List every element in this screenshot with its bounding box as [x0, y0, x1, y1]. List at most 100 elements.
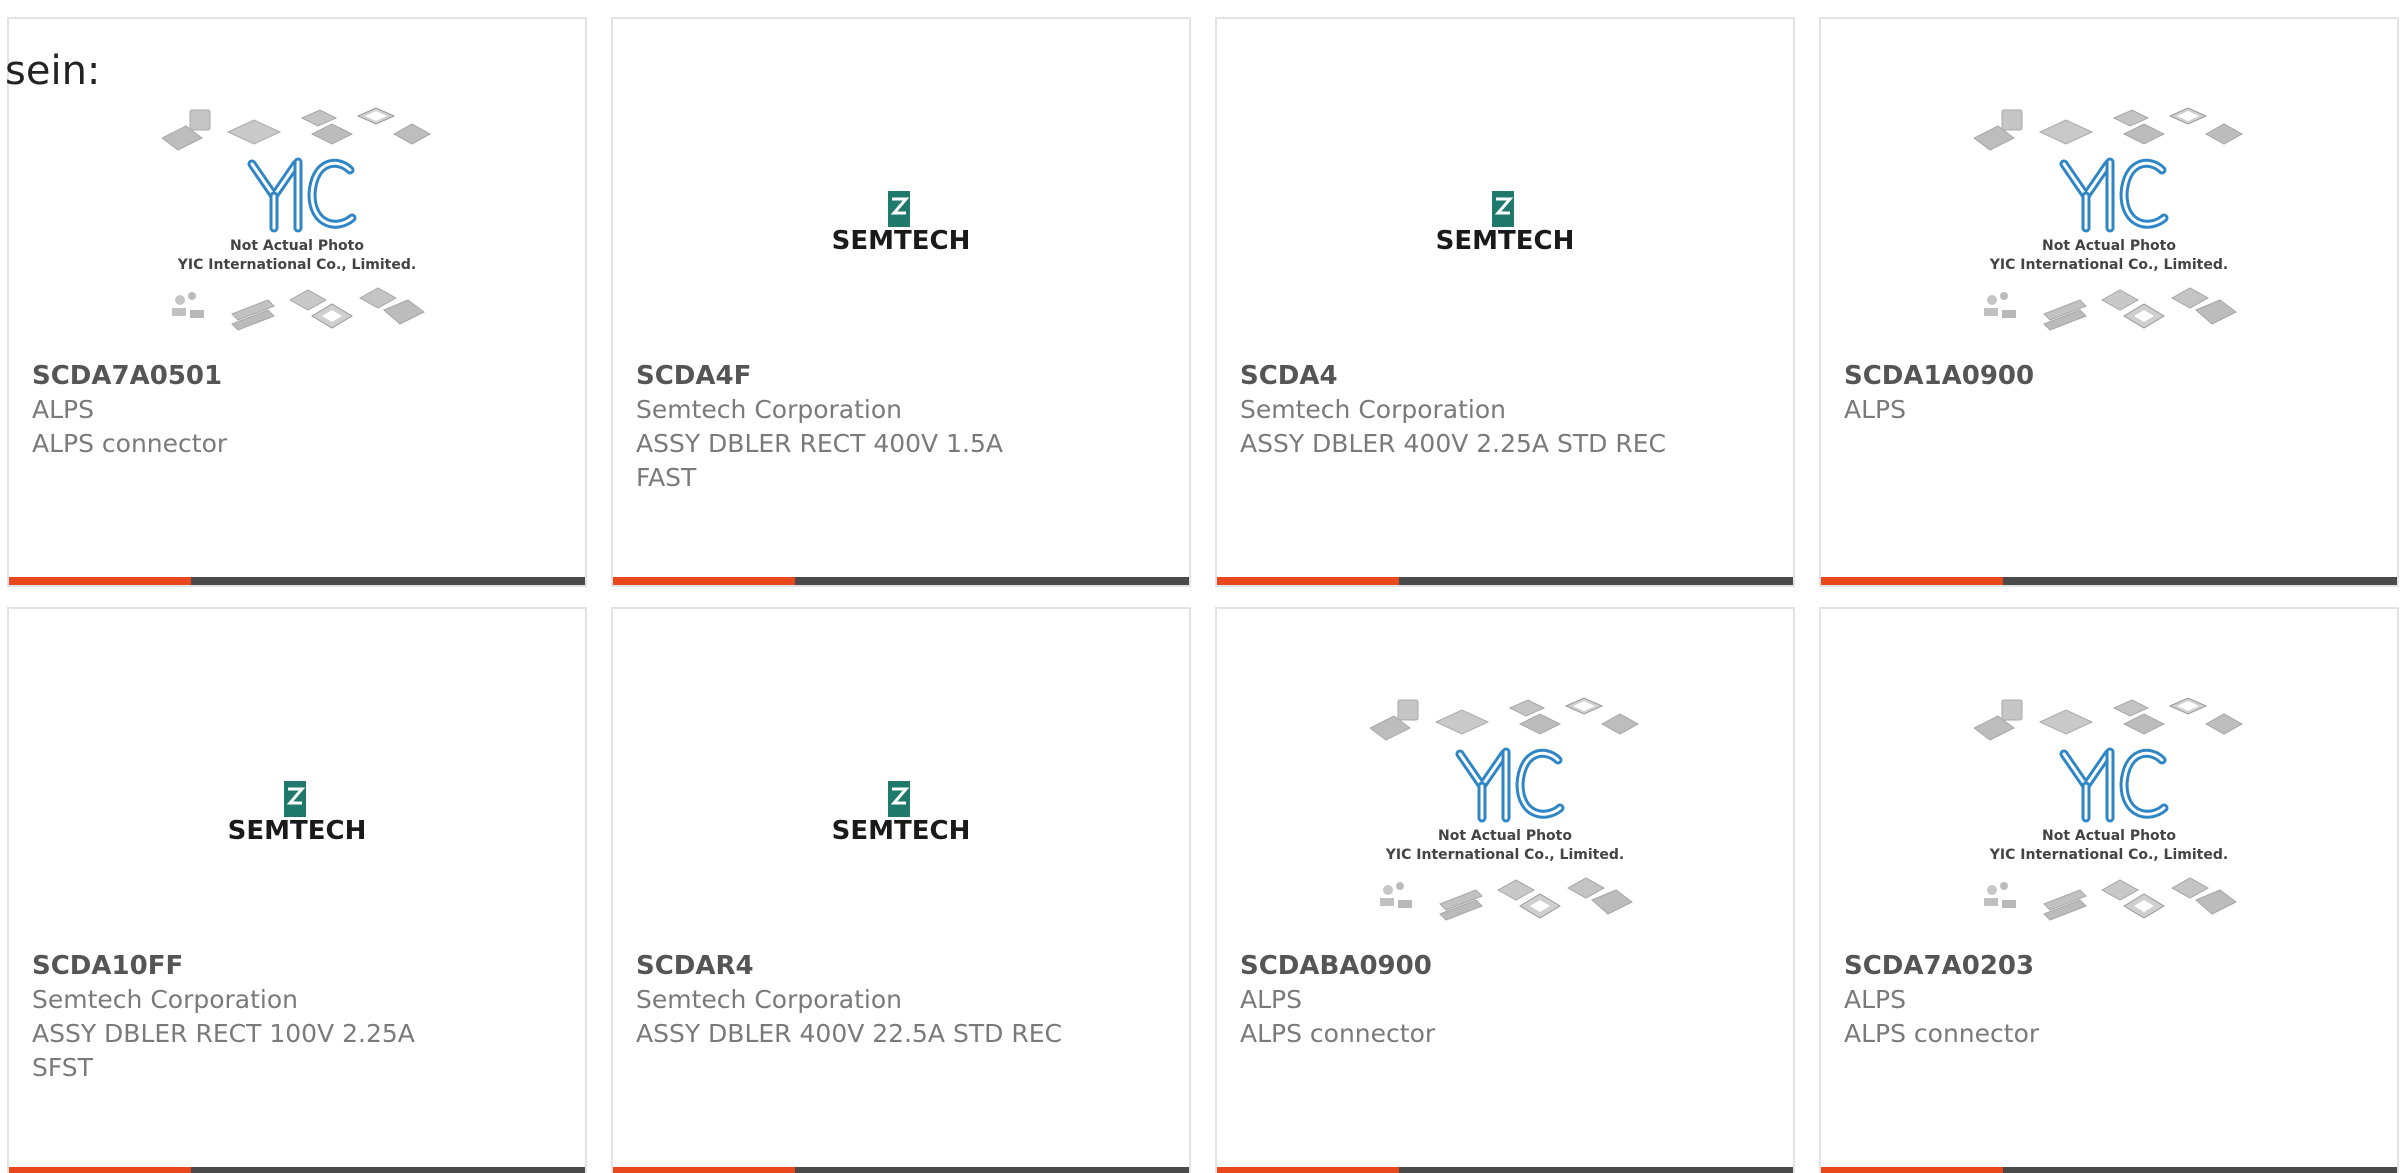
- semtech-logo-text: SEMTECH: [832, 226, 971, 256]
- placeholder-line1: Not Actual Photo: [2042, 828, 2176, 844]
- product-image[interactable]: SEMTECH: [613, 89, 1189, 359]
- product-description: ALPS connector: [1844, 1019, 2040, 1048]
- chip-icons-top: [1370, 697, 1640, 741]
- product-card[interactable]: Not Actual Photo YIC International Co., …: [1215, 607, 1795, 1173]
- product-card[interactable]: Not Actual Photo YIC International Co., …: [1819, 607, 2399, 1173]
- yic-placeholder-image: Not Actual Photo YIC International Co., …: [1370, 697, 1640, 921]
- manufacturer: ALPS: [1844, 395, 1906, 424]
- product-info: SCDA4F Semtech Corporation ASSY DBLER RECT…: [636, 359, 1169, 495]
- product-description: ASSY DBLER RECT 400V 1.5A FAST: [636, 429, 1003, 492]
- product-image[interactable]: Not Actual Photo YIC International Co., …: [9, 89, 585, 359]
- part-number[interactable]: SCDAR4: [636, 949, 1169, 983]
- product-image[interactable]: SEMTECH: [1217, 89, 1793, 359]
- card-accent-bar: [1217, 1167, 1399, 1173]
- placeholder-line2: YIC International Co., Limited.: [177, 257, 416, 273]
- yic-logo: [2059, 157, 2169, 233]
- chip-icons-bottom: [1380, 877, 1633, 921]
- placeholder-line1: Not Actual Photo: [230, 238, 364, 254]
- part-number[interactable]: SCDABA0900: [1240, 949, 1773, 983]
- product-info: SCDA7A0501 ALPS ALPS connector: [32, 359, 565, 461]
- product-card[interactable]: Not Actual Photo YIC International Co., …: [1819, 17, 2399, 587]
- card-accent-bar: [613, 577, 795, 585]
- card-accent-bar: [1821, 577, 2003, 585]
- placeholder-line1: Not Actual Photo: [2042, 238, 2176, 254]
- semtech-logo-image: SEMTECH: [832, 781, 970, 846]
- semtech-logo-image: SEMTECH: [832, 191, 971, 256]
- card-accent-bar: [9, 1167, 191, 1173]
- product-card[interactable]: SEMTECH SCDA4F Semtech Corporation ASSY DB…: [611, 17, 1191, 587]
- part-number[interactable]: SCDA10FF: [32, 949, 565, 983]
- product-image[interactable]: SEMTECH: [9, 679, 585, 949]
- yic-placeholder-image: Not Actual Photo YIC International Co., …: [162, 107, 432, 331]
- card-bottom-bar: [1217, 1167, 1793, 1173]
- chip-icons-top: [162, 107, 432, 151]
- manufacturer: Semtech Corporation: [1240, 395, 1507, 424]
- manufacturer: Semtech Corporation: [32, 985, 299, 1014]
- chip-icons-top: [1974, 107, 2244, 151]
- part-number[interactable]: SCDA7A0203: [1844, 949, 2377, 983]
- card-accent-bar: [1821, 1167, 2003, 1173]
- card-accent-bar: [1217, 577, 1399, 585]
- product-description: ALPS connector: [32, 429, 228, 458]
- yic-logo: [247, 157, 357, 233]
- semtech-icon: [284, 781, 306, 817]
- intro-text: sein:: [5, 48, 101, 94]
- manufacturer: ALPS: [32, 395, 94, 424]
- part-number[interactable]: SCDA1A0900: [1844, 359, 2377, 393]
- part-number[interactable]: SCDA4F: [636, 359, 1169, 393]
- manufacturer: Semtech Corporation: [636, 395, 903, 424]
- product-image[interactable]: Not Actual Photo YIC International Co., …: [1821, 89, 2397, 359]
- yic-placeholder-image: Not Actual Photo YIC International Co., …: [1974, 107, 2244, 331]
- product-image[interactable]: SEMTECH: [613, 679, 1189, 949]
- chip-icons-bottom: [1984, 287, 2237, 331]
- product-info: SCDA1A0900 ALPS: [1844, 359, 2377, 427]
- card-bottom-bar: [1217, 577, 1793, 585]
- placeholder-line2: YIC International Co., Limited.: [1989, 257, 2228, 273]
- placeholder-line1: Not Actual Photo: [1438, 828, 1572, 844]
- manufacturer: Semtech Corporation: [636, 985, 903, 1014]
- yic-logo: [1455, 747, 1565, 823]
- product-card[interactable]: SEMTECH SCDA4 Semtech Corporation ASSY DBL…: [1215, 17, 1795, 587]
- product-info: SCDABA0900 ALPS ALPS connector: [1240, 949, 1773, 1051]
- yic-logo: [2059, 747, 2169, 823]
- card-bottom-bar: [9, 577, 585, 585]
- card-bottom-bar: [613, 577, 1189, 585]
- card-bottom-bar: [1821, 577, 2397, 585]
- product-card[interactable]: SEMTECH SCDAR4 Semtech Corporation ASSY DB…: [611, 607, 1191, 1173]
- product-info: SCDA4 Semtech Corporation ASSY DBLER 400V …: [1240, 359, 1773, 461]
- product-info: SCDAR4 Semtech Corporation ASSY DBLER 400V…: [636, 949, 1169, 1051]
- manufacturer: ALPS: [1240, 985, 1302, 1014]
- product-image[interactable]: Not Actual Photo YIC International Co., …: [1217, 679, 1793, 949]
- semtech-logo-image: SEMTECH: [228, 781, 367, 846]
- semtech-logo-image: SEMTECH: [1436, 191, 1575, 256]
- placeholder-line2: YIC International Co., Limited.: [1385, 847, 1624, 863]
- product-info: SCDA10FF Semtech Corporation ASSY DBLER RE…: [32, 949, 565, 1085]
- yic-placeholder-image: Not Actual Photo YIC International Co., …: [1974, 697, 2244, 921]
- product-description: ASSY DBLER 400V 22.5A STD REC: [636, 1019, 1062, 1048]
- placeholder-line2: YIC International Co., Limited.: [1989, 847, 2228, 863]
- part-number[interactable]: SCDA4: [1240, 359, 1773, 393]
- product-description: ALPS connector: [1240, 1019, 1436, 1048]
- semtech-icon: [888, 781, 910, 817]
- product-card[interactable]: Not Actual Photo YIC International Co., …: [7, 17, 587, 587]
- semtech-icon: [1492, 191, 1514, 227]
- product-description: ASSY DBLER 400V 2.25A STD REC: [1240, 429, 1666, 458]
- card-accent-bar: [9, 577, 191, 585]
- card-bottom-bar: [613, 1167, 1189, 1173]
- part-number[interactable]: SCDA7A0501: [32, 359, 565, 393]
- semtech-icon: [888, 191, 910, 227]
- page: sein: Not Actual Photo YIC International…: [0, 0, 2400, 1173]
- card-bottom-bar: [9, 1167, 585, 1173]
- chip-icons-bottom: [1984, 877, 2237, 921]
- card-bottom-bar: [1821, 1167, 2397, 1173]
- semtech-logo-text: SEMTECH: [228, 816, 367, 846]
- product-info: SCDA7A0203 ALPS ALPS connector: [1844, 949, 2377, 1051]
- product-grid: Not Actual Photo YIC International Co., …: [7, 17, 2400, 1173]
- manufacturer: ALPS: [1844, 985, 1906, 1014]
- product-card[interactable]: SEMTECH SCDA10FF Semtech Corporation ASSY …: [7, 607, 587, 1173]
- semtech-logo-text: SEMTECH: [1436, 226, 1575, 256]
- product-image[interactable]: Not Actual Photo YIC International Co., …: [1821, 679, 2397, 949]
- card-accent-bar: [613, 1167, 795, 1173]
- product-description: ASSY DBLER RECT 100V 2.25A SFST: [32, 1019, 415, 1082]
- chip-icons-top: [1974, 697, 2244, 741]
